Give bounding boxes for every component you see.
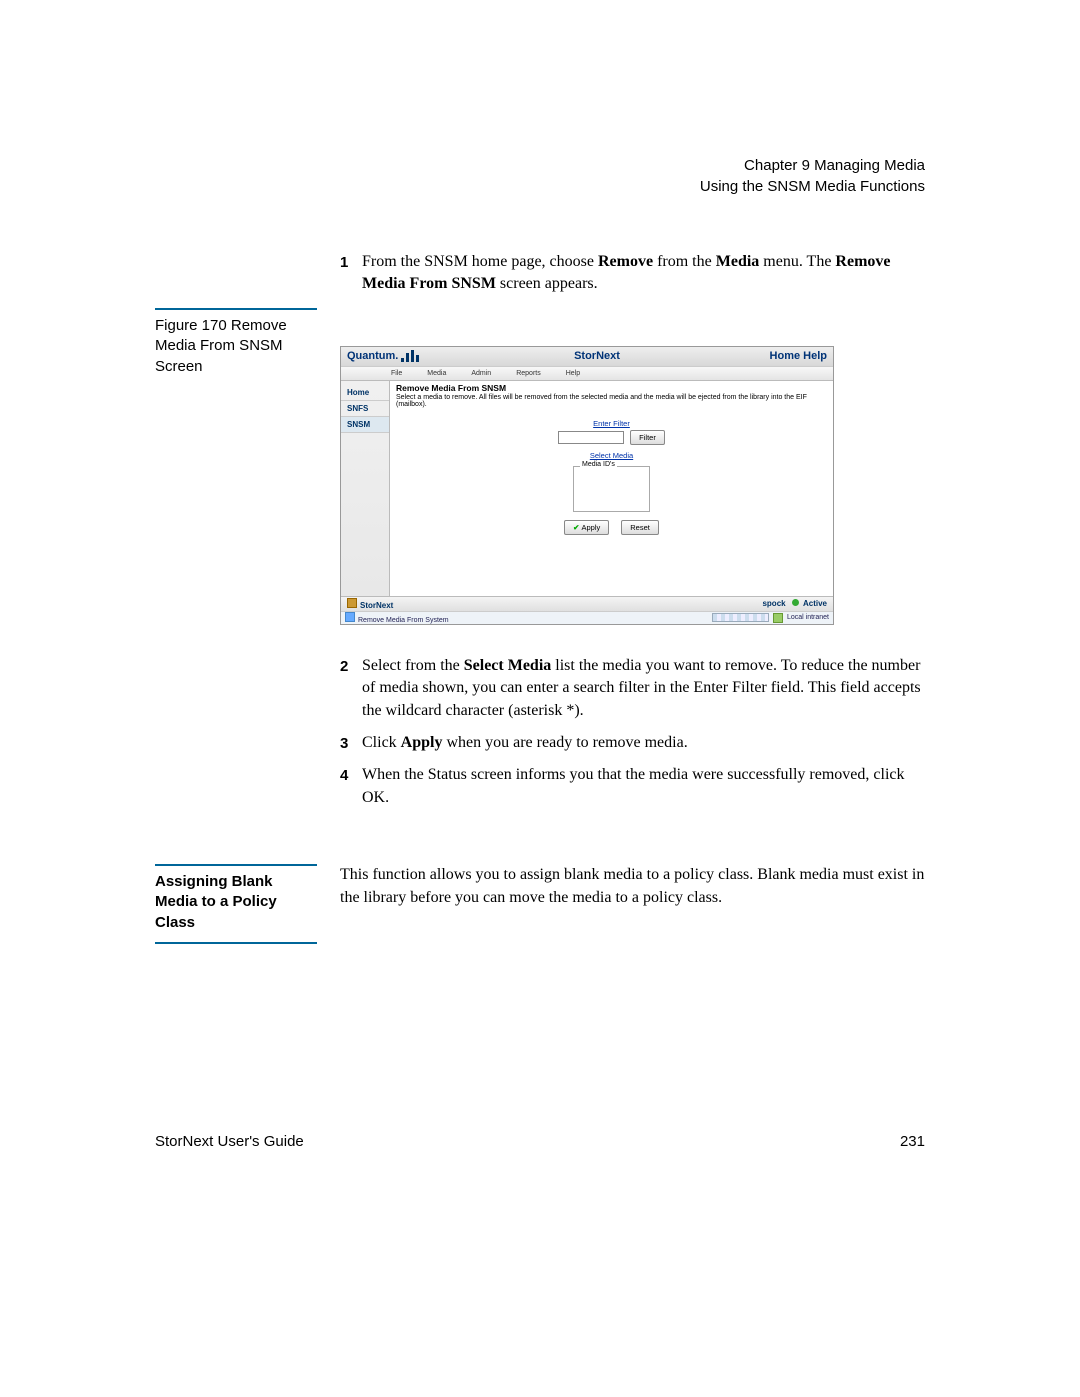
zone-icon xyxy=(773,613,783,623)
step-number: 3 xyxy=(340,732,362,754)
step-number: 4 xyxy=(340,764,362,809)
section-heading: Assigning Blank Media to a Policy Class xyxy=(155,864,317,944)
enter-filter-label: Enter Filter xyxy=(396,419,827,428)
brand-logo-icon xyxy=(401,350,419,362)
apply-button[interactable]: ✔Apply xyxy=(564,520,609,535)
page-icon xyxy=(345,612,355,622)
host-name: spock xyxy=(762,599,785,608)
menu-reports[interactable]: Reports xyxy=(516,370,541,377)
status-bar: Remove Media From System Local intranet xyxy=(341,611,833,624)
page-footer: StorNext User's Guide 231 xyxy=(155,1133,925,1150)
status-badge: Active xyxy=(803,599,827,608)
menu-bar: File Media Admin Reports Help xyxy=(341,366,833,381)
page-header: Chapter 9 Managing Media Using the SNSM … xyxy=(155,155,925,197)
step-number: 1 xyxy=(340,251,362,296)
nav-sidebar: Home SNFS SNSM xyxy=(341,381,390,596)
select-media-label: Select Media xyxy=(396,451,827,460)
app-title: StorNext xyxy=(447,350,747,362)
sidebar-item-home[interactable]: Home xyxy=(341,385,389,401)
step-3: 3 Click Apply when you are ready to remo… xyxy=(340,732,925,754)
figure-caption-block: Figure 170 Remove Media From SNSM Screen xyxy=(155,308,317,377)
filter-input[interactable] xyxy=(558,431,624,444)
step-text: From the SNSM home page, choose Remove f… xyxy=(362,251,925,296)
window-titlebar: Quantum. StorNext Home Help xyxy=(341,347,833,366)
chapter-title: Chapter 9 Managing Media xyxy=(155,155,925,176)
step-text: When the Status screen informs you that … xyxy=(362,764,925,809)
panel-title: Remove Media From SNSM xyxy=(396,383,827,393)
media-ids-legend: Media ID's xyxy=(580,461,617,468)
menu-file[interactable]: File xyxy=(391,370,402,377)
bottom-bar: StorNext spock Active xyxy=(341,596,833,611)
main-panel: Remove Media From SNSM Select a media to… xyxy=(390,381,833,596)
screenshot-figure: Quantum. StorNext Home Help File Media A… xyxy=(340,346,925,625)
section-body: This function allows you to assign blank… xyxy=(340,864,925,909)
step-1: 1 From the SNSM home page, choose Remove… xyxy=(340,251,925,296)
steps-continued: 2 Select from the Select Media list the … xyxy=(340,655,925,809)
step-4: 4 When the Status screen informs you tha… xyxy=(340,764,925,809)
reset-button[interactable]: Reset xyxy=(621,520,659,535)
menu-media[interactable]: Media xyxy=(427,370,446,377)
sidebar-item-snsm[interactable]: SNSM xyxy=(341,417,389,433)
header-links[interactable]: Home Help xyxy=(747,350,827,362)
media-ids-listbox[interactable]: Media ID's xyxy=(573,466,650,512)
app-window: Quantum. StorNext Home Help File Media A… xyxy=(340,346,834,625)
step-text: Click Apply when you are ready to remove… xyxy=(362,732,925,754)
statusbar-left: Remove Media From System xyxy=(358,617,449,624)
step-text: Select from the Select Media list the me… xyxy=(362,655,925,722)
section-assign-blank-media: Assigning Blank Media to a Policy Class … xyxy=(155,864,925,944)
status-dot-icon xyxy=(792,599,799,606)
panel-description: Select a media to remove. All files will… xyxy=(396,394,827,409)
footer-page-number: 231 xyxy=(900,1133,925,1150)
brand-name: Quantum. xyxy=(347,350,398,362)
bottom-brand: StorNext xyxy=(360,601,393,610)
filter-button[interactable]: Filter xyxy=(630,430,665,445)
menu-admin[interactable]: Admin xyxy=(471,370,491,377)
stornext-icon xyxy=(347,598,357,608)
sidebar-item-snfs[interactable]: SNFS xyxy=(341,401,389,417)
step-number: 2 xyxy=(340,655,362,722)
step-2: 2 Select from the Select Media list the … xyxy=(340,655,925,722)
section-title: Using the SNSM Media Functions xyxy=(155,176,925,197)
statusbar-right: Local intranet xyxy=(787,614,829,621)
check-icon: ✔ xyxy=(573,523,579,532)
footer-guide-title: StorNext User's Guide xyxy=(155,1133,304,1150)
figure-caption: Figure 170 Remove Media From SNSM Screen xyxy=(155,308,317,377)
menu-help[interactable]: Help xyxy=(566,370,580,377)
progress-indicator xyxy=(712,613,769,622)
